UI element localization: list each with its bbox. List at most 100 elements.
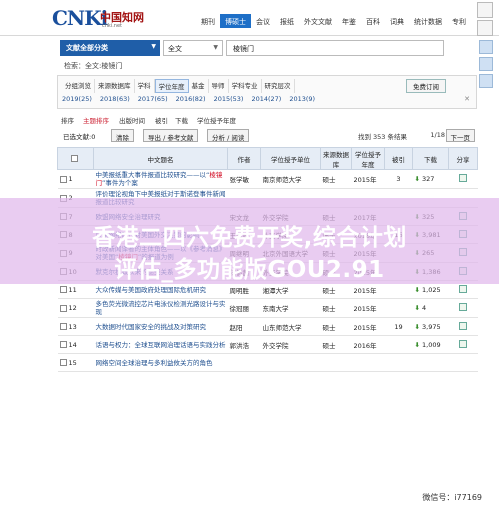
cited-count[interactable] (384, 353, 413, 372)
col-share[interactable]: 分享 (448, 147, 478, 170)
row-select[interactable]: 15 (57, 353, 94, 372)
sort-topic[interactable]: 主题排序 (83, 115, 109, 125)
subscribe-button[interactable]: 免费订阅 (406, 79, 446, 93)
download-cell[interactable]: ⬇ 3,975 (412, 317, 449, 336)
group-tab[interactable]: 学科专业 (229, 79, 262, 93)
col-source-db[interactable]: 来源数据库 (320, 147, 352, 170)
unit-link[interactable]: 外交学院 (260, 335, 321, 354)
field-select[interactable]: 全文 ▼ (163, 40, 223, 56)
select-all-checkbox[interactable] (71, 155, 78, 162)
col-cited[interactable]: 被引 (384, 147, 413, 170)
share-cell[interactable] (448, 317, 478, 336)
sort-degree-year[interactable]: 学位授予年度 (197, 115, 236, 125)
nav-item[interactable]: 会议 (251, 14, 275, 28)
menu-icon[interactable] (477, 20, 493, 36)
author-link[interactable] (227, 353, 261, 372)
unit-link[interactable]: 南京师范大学 (260, 169, 321, 189)
row-checkbox[interactable] (59, 323, 67, 330)
share-cell[interactable] (448, 353, 478, 372)
feedback-icon[interactable] (477, 2, 493, 18)
group-tab[interactable]: 基金 (189, 79, 209, 93)
share-cell[interactable] (448, 169, 478, 189)
download-cell[interactable] (412, 353, 449, 372)
analyze-button[interactable]: 分析 / 阅读 (207, 129, 250, 142)
year-option[interactable]: 2015(53) (214, 95, 244, 103)
year-option[interactable]: 2018(63) (100, 95, 130, 103)
db-category-select[interactable]: 文献全部分类 ▼ (60, 40, 160, 56)
export-button[interactable]: 导出 / 参考文献 (143, 129, 199, 142)
year-option[interactable]: 2017(65) (138, 95, 168, 103)
row-checkbox[interactable] (59, 286, 67, 293)
unit-link[interactable]: 山东师范大学 (260, 317, 321, 336)
share-icon[interactable] (459, 321, 467, 330)
close-icon[interactable]: ✕ (464, 95, 470, 103)
cited-count[interactable]: 3 (384, 169, 413, 189)
share-cell[interactable] (448, 335, 478, 354)
year-option[interactable]: 2013(9) (289, 95, 315, 103)
download-icon[interactable]: ⬇ (415, 341, 420, 349)
col-download[interactable]: 下载 (412, 147, 449, 170)
cited-count[interactable]: 19 (384, 317, 413, 336)
nav-item[interactable]: 统计数据 (409, 14, 447, 28)
row-checkbox[interactable] (59, 175, 67, 183)
row-select[interactable]: 1 (57, 169, 94, 189)
download-icon[interactable]: ⬇ (415, 304, 420, 312)
group-tab[interactable]: 导师 (209, 79, 229, 93)
author-link[interactable]: 徐冠丽 (227, 298, 261, 318)
unit-link[interactable] (260, 353, 321, 372)
row-checkbox[interactable] (59, 341, 67, 348)
side-tool-2-icon[interactable] (479, 57, 493, 71)
paper-title-link[interactable]: 话语与权力：全球互联网治理话语与实践分析 (93, 335, 228, 354)
share-cell[interactable] (448, 298, 478, 318)
row-checkbox[interactable] (59, 359, 67, 366)
nav-item[interactable]: 博硕士 (220, 14, 251, 28)
group-tab[interactable]: 学位年度 (154, 79, 189, 93)
year-option[interactable]: 2016(82) (176, 95, 206, 103)
paper-title-link[interactable]: 中美报纸重大事件报道比较研究——以“棱镜门”事件为个案 (93, 169, 228, 189)
share-icon[interactable] (459, 339, 467, 348)
download-icon[interactable]: ⬇ (415, 175, 420, 183)
group-tab[interactable]: 研究层次 (262, 79, 295, 93)
paper-title-link[interactable]: 多色荧光微流控芯片电泳仪检测光路设计与实现 (93, 298, 228, 318)
author-link[interactable]: 赵阳 (227, 317, 261, 336)
share-icon[interactable] (459, 174, 467, 182)
nav-item[interactable]: 词典 (385, 14, 409, 28)
group-tab[interactable]: 学科 (135, 79, 155, 93)
author-link[interactable]: 张学敏 (227, 169, 261, 189)
download-cell[interactable]: ⬇ 327 (412, 169, 449, 189)
nav-item[interactable]: 专利 (447, 14, 471, 28)
unit-link[interactable]: 东南大学 (260, 298, 321, 318)
group-tab[interactable]: 分组浏览 (62, 79, 95, 93)
side-tool-1-icon[interactable] (479, 40, 493, 54)
col-author[interactable]: 作者 (227, 147, 261, 170)
author-link[interactable]: 郭洪浩 (227, 335, 261, 354)
sort-download[interactable]: 下载 (175, 115, 188, 125)
row-checkbox[interactable] (59, 304, 67, 312)
year-option[interactable]: 2014(27) (251, 95, 281, 103)
nav-item[interactable]: 外文文献 (299, 14, 337, 28)
nav-item[interactable]: 年鉴 (337, 14, 361, 28)
sort-cited[interactable]: 被引 (155, 115, 168, 125)
nav-item[interactable]: 百科 (361, 14, 385, 28)
col-select[interactable] (57, 147, 94, 170)
cnki-logo[interactable]: CNKi 中国知网 cnki.net (52, 6, 170, 32)
side-tool-3-icon[interactable] (479, 74, 493, 88)
download-cell[interactable]: ⬇ 1,009 (412, 335, 449, 354)
search-input[interactable]: 棱镜门 (226, 40, 444, 56)
group-tab[interactable]: 来源数据库 (95, 79, 135, 93)
col-year[interactable]: 学位授予年度 (351, 147, 385, 170)
row-select[interactable]: 14 (57, 335, 94, 354)
share-icon[interactable] (459, 303, 467, 311)
cited-count[interactable] (384, 335, 413, 354)
nav-item[interactable]: 期刊 (196, 14, 220, 28)
year-option[interactable]: 2019(25) (62, 95, 92, 103)
cited-count[interactable] (384, 298, 413, 318)
row-select[interactable]: 12 (57, 298, 94, 318)
row-select[interactable]: 13 (57, 317, 94, 336)
paper-title-link[interactable]: 大数据时代国家安全的挑战及对策研究 (93, 317, 228, 336)
share-icon[interactable] (459, 284, 467, 293)
download-cell[interactable]: ⬇ 4 (412, 298, 449, 318)
clear-button[interactable]: 清除 (111, 129, 134, 142)
download-icon[interactable]: ⬇ (415, 286, 420, 294)
col-unit[interactable]: 学位授予单位 (260, 147, 321, 170)
